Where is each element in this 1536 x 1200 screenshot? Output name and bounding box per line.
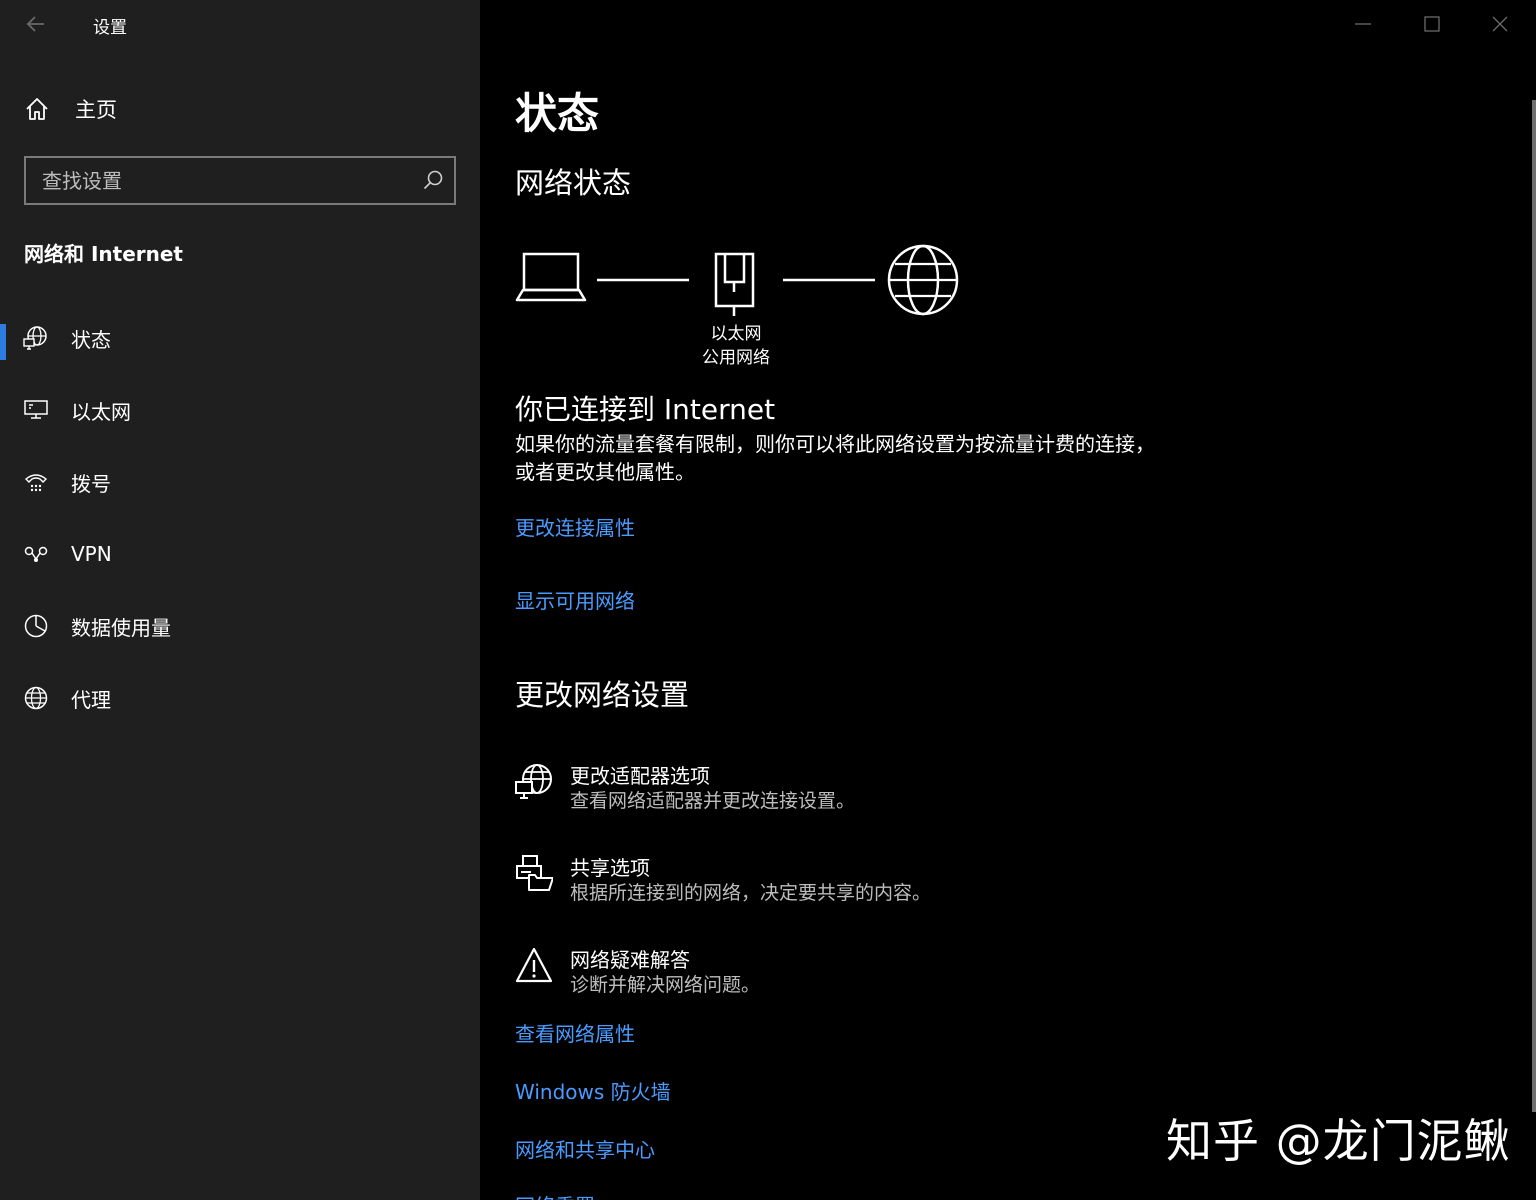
sidebar-item-ethernet[interactable]: 以太网 [0,382,480,438]
main-content: 状态 网络状态 以太网 公用网络 你已连接到 Internet 如果你的流量套餐… [480,0,1536,1200]
scrollbar[interactable] [1532,100,1536,1112]
ethernet-port-icon [714,252,755,316]
warning-icon [515,947,553,983]
sidebar-item-proxy[interactable]: 代理 [0,670,480,726]
windows-firewall-link[interactable]: Windows 防火墙 [515,1076,671,1105]
network-diagram-graphic [515,244,959,316]
search-icon[interactable] [422,169,444,191]
sidebar-item-vpn[interactable]: VPN [0,526,480,582]
change-connection-properties-link[interactable]: 更改连接属性 [515,512,635,541]
sidebar-item-label: 状态 [71,327,111,352]
search-box[interactable] [24,156,456,205]
home-label: 主页 [75,98,117,122]
adapter-name: 以太网 [710,324,762,344]
back-arrow-icon [26,16,44,32]
sidebar-item-label: VPN [71,542,112,566]
adapter-icon [515,764,552,799]
setting-title: 网络疑难解答 [570,948,690,972]
close-button[interactable] [1486,10,1514,38]
dialup-icon [23,469,49,495]
window-title: 设置 [93,18,127,38]
network-type: 公用网络 [702,348,770,368]
network-sharing-center-link[interactable]: 网络和共享中心 [515,1134,655,1163]
sidebar-item-status[interactable]: 状态 [0,310,480,366]
change-settings-heading: 更改网络设置 [515,678,690,712]
connected-description: 如果你的流量套餐有限制，则你可以将此网络设置为按流量计费的连接，或者更改其他属性… [515,432,1155,484]
internet-globe-icon [887,244,959,316]
sidebar-item-label: 数据使用量 [71,615,171,640]
vpn-icon [23,541,49,567]
home-icon [26,98,48,120]
back-button[interactable] [22,10,50,38]
setting-description: 根据所连接到的网络，决定要共享的内容。 [570,882,932,904]
maximize-icon [1424,16,1440,32]
laptop-icon [515,252,587,302]
minimize-icon [1355,23,1371,25]
setting-title: 共享选项 [570,856,650,880]
show-available-networks-link[interactable]: 显示可用网络 [515,585,635,614]
sidebar: 设置 主页 网络和 Internet 状态 [0,0,480,1200]
network-reset-link[interactable]: 网络重置 [515,1190,595,1200]
maximize-button[interactable] [1418,10,1446,38]
ethernet-icon [23,397,49,423]
connected-title: 你已连接到 Internet [515,393,776,426]
close-icon [1492,16,1508,32]
setting-description: 诊断并解决网络问题。 [570,974,761,996]
network-diagram: 以太网 公用网络 [515,240,975,375]
sidebar-item-label: 以太网 [71,399,131,424]
sidebar-item-label: 代理 [71,687,111,712]
network-status-icon [23,325,49,351]
minimize-button[interactable] [1349,10,1377,38]
home-nav-item[interactable]: 主页 [24,92,117,126]
section-title: 网络和 Internet [24,242,183,266]
data-usage-icon [23,613,49,639]
watermark: 知乎 @龙门泥鳅 [1166,1114,1511,1168]
globe-icon [23,685,49,711]
network-status-heading: 网络状态 [515,166,632,200]
sidebar-item-label: 拨号 [71,471,111,496]
search-input[interactable] [26,158,422,203]
sidebar-item-data-usage[interactable]: 数据使用量 [0,598,480,654]
sharing-icon [516,855,553,891]
setting-description: 查看网络适配器并更改连接设置。 [570,790,856,812]
page-title: 状态 [515,89,600,138]
sidebar-item-dialup[interactable]: 拨号 [0,454,480,510]
setting-title: 更改适配器选项 [570,764,710,788]
view-network-properties-link[interactable]: 查看网络属性 [515,1018,635,1047]
